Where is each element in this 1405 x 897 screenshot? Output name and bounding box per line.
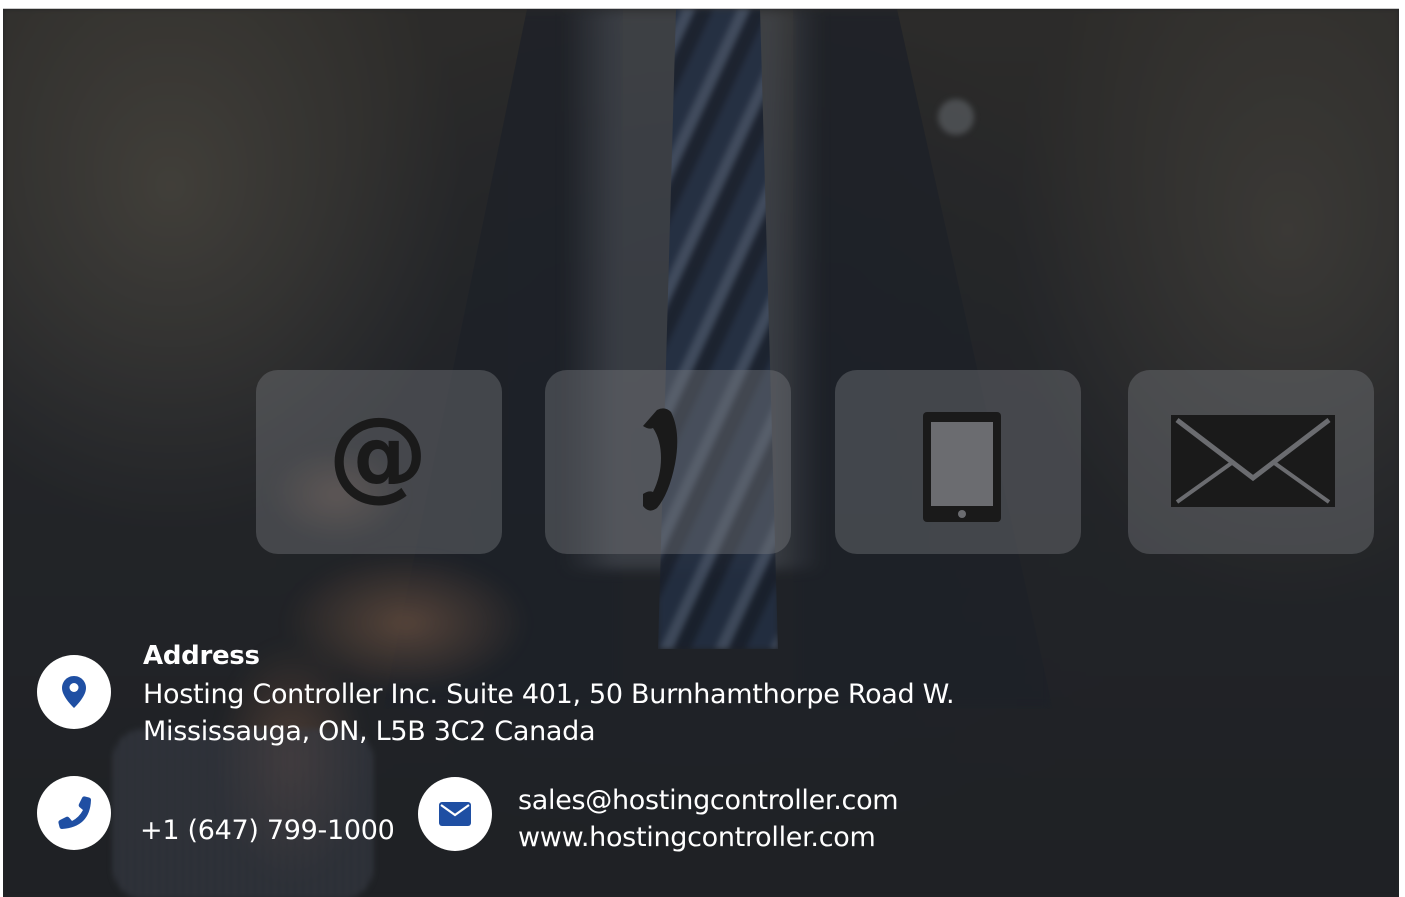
- address-title: Address: [143, 641, 260, 671]
- tile-telephone: [545, 370, 791, 554]
- svg-text:@: @: [328, 395, 428, 512]
- telephone-handset-icon: [643, 408, 678, 511]
- tile-mail: [1128, 370, 1374, 554]
- address-line-2: Mississauga, ON, L5B 3C2 Canada: [143, 716, 596, 747]
- phone-icon: [58, 796, 91, 829]
- address-icon-circle: [37, 655, 111, 729]
- phone-number[interactable]: +1 (647) 799-1000: [140, 815, 395, 846]
- phone-icon-circle: [37, 776, 111, 850]
- map-marker-icon: [62, 676, 86, 708]
- email-icon-circle: [418, 777, 492, 851]
- address-line-1: Hosting Controller Inc. Suite 401, 50 Bu…: [143, 679, 955, 710]
- tablet-icon: [923, 412, 1001, 522]
- mail-envelope-icon: [1171, 415, 1335, 507]
- at-sign-icon: @: [328, 395, 428, 512]
- tile-tablet: [835, 370, 1081, 554]
- envelope-icon: [439, 802, 471, 826]
- website-link[interactable]: www.hostingcontroller.com: [518, 822, 876, 853]
- email-link[interactable]: sales@hostingcontroller.com: [518, 785, 899, 816]
- contact-banner: @ Address Hosting Controller Inc. Suite …: [3, 9, 1399, 897]
- tile-at-sign: @: [256, 370, 502, 554]
